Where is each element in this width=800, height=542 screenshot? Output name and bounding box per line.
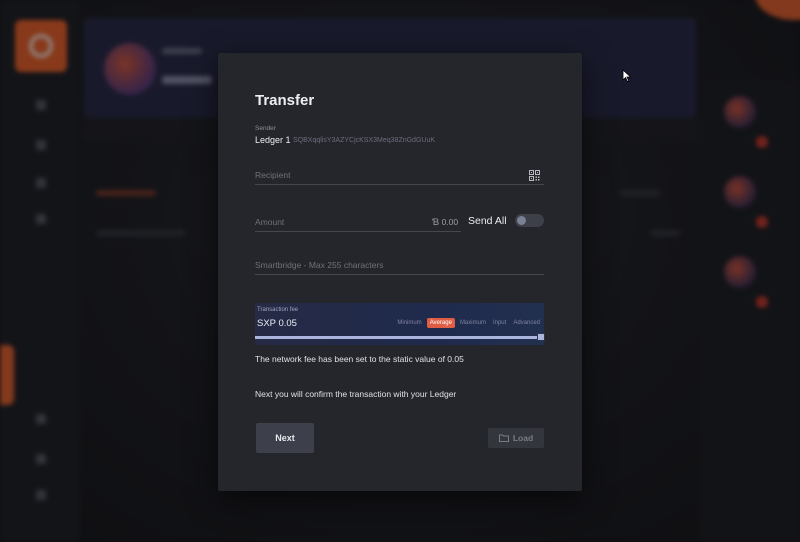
amount-value: 0.00: [441, 217, 459, 227]
next-button[interactable]: Next: [256, 423, 314, 453]
send-all-label: Send All: [468, 215, 507, 227]
modal-title: Transfer: [255, 92, 315, 109]
fee-label: Transaction fee: [257, 307, 299, 313]
ledger-confirm-note: Next you will confirm the transaction wi…: [255, 389, 457, 399]
fee-slider-track[interactable]: [255, 336, 544, 339]
qr-code-icon[interactable]: [529, 170, 540, 181]
recipient-input[interactable]: [255, 167, 515, 183]
currency-symbol: Ɓ: [432, 217, 440, 228]
fee-value: SXP 0.05: [257, 318, 297, 329]
sender-label: Sender: [255, 125, 276, 132]
sender-address: SQBXqqlisY3AZYCjcKSX3Meq38ZnGdGUuK: [293, 136, 436, 144]
fee-slider-handle[interactable]: [537, 333, 545, 341]
transaction-fee-panel: Transaction fee SXP 0.05 Minimum Average…: [255, 303, 545, 345]
load-button[interactable]: Load: [488, 428, 544, 448]
fee-note: The network fee has been set to the stat…: [255, 354, 464, 364]
amount-currency: Ɓ 0.00: [432, 217, 458, 228]
smartbridge-underline: [255, 274, 544, 275]
amount-input[interactable]: [255, 214, 415, 230]
recipient-underline: [255, 184, 544, 185]
sender-name: Ledger 1: [255, 135, 291, 145]
fee-option-advanced[interactable]: Advanced: [511, 318, 542, 328]
fee-option-input[interactable]: Input: [491, 318, 508, 328]
fee-option-maximum[interactable]: Maximum: [458, 318, 488, 328]
send-all-toggle[interactable]: [515, 214, 544, 227]
mouse-cursor-icon: [622, 69, 632, 83]
load-button-label: Load: [512, 433, 534, 443]
fee-options: Minimum Average Maximum Input Advanced: [395, 318, 542, 328]
transfer-modal: Transfer Sender Ledger 1 SQBXqqlisY3AZYC…: [218, 53, 582, 491]
toggle-knob: [517, 216, 526, 225]
fee-option-minimum[interactable]: Minimum: [395, 318, 423, 328]
smartbridge-input[interactable]: [255, 257, 535, 273]
fee-option-average[interactable]: Average: [426, 318, 455, 328]
amount-underline: [255, 231, 461, 232]
folder-icon: [498, 434, 509, 442]
